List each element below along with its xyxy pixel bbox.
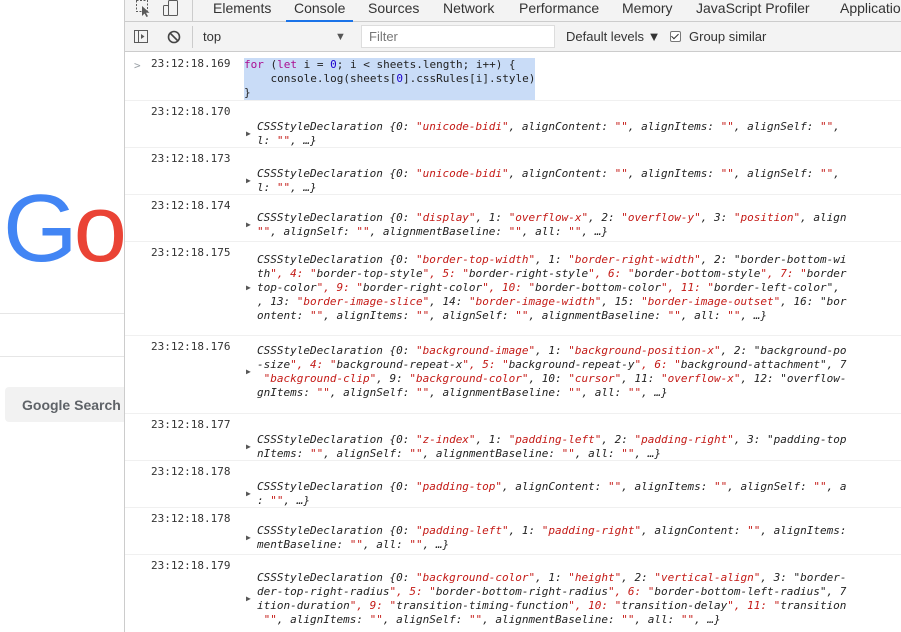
console-log-entry: 23:12:18.176 ▶ CSSStyleDeclaration {0: "ba…	[125, 335, 901, 414]
object-preview-line: "background-clip", 9: "background-color"…	[263, 372, 847, 385]
command-code[interactable]: for (let i = 0; i < sheets.length; i++) …	[244, 58, 536, 100]
web-page: Go Google Search	[0, 0, 124, 632]
object-preview-line: ition-duration", 9: "transition-timing-f…	[257, 599, 847, 612]
css-style-declaration-object[interactable]: CSSStyleDeclaration {0: "background-colo…	[257, 571, 846, 627]
object-preview-line: CSSStyleDeclaration {0: "background-colo…	[257, 571, 847, 584]
timestamp: 23:12:18.170	[151, 105, 231, 118]
expand-triangle-icon[interactable]: ▶	[246, 533, 251, 542]
console-log-entry: 23:12:18.178 ▶ CSSStyleDeclaration {0: "pa…	[125, 507, 901, 555]
timestamp: 23:12:18.173	[151, 152, 231, 165]
divider	[0, 356, 124, 357]
timestamp: 23:12:18.175	[151, 246, 231, 259]
tab-console[interactable]: Console	[285, 0, 354, 22]
tab-javascript-profiler[interactable]: JavaScript Profiler	[696, 0, 810, 21]
object-preview-line: der-top-right-radius", 5: "border-bottom…	[257, 585, 847, 598]
timestamp: 23:12:18.178	[151, 512, 231, 525]
sidebar-toggle-icon[interactable]	[134, 30, 149, 44]
console-command: > 23:12:18.169 for (let i = 0; i < sheet…	[125, 52, 901, 101]
console-log-entry: 23:12:18.175 ▶ CSSStyleDeclaration {0: "bo…	[125, 241, 901, 336]
object-preview-line: l: "", …}	[257, 181, 317, 194]
expand-triangle-icon[interactable]: ▶	[246, 594, 251, 603]
object-preview-line: CSSStyleDeclaration {0: "background-imag…	[257, 344, 847, 357]
tab-network[interactable]: Network	[443, 0, 494, 21]
expand-triangle-icon[interactable]: ▶	[246, 442, 251, 451]
object-preview-line: CSSStyleDeclaration {0: "unicode-bidi", …	[257, 120, 840, 133]
css-style-declaration-object[interactable]: CSSStyleDeclaration {0: "padding-top", a…	[257, 480, 846, 508]
tab-application[interactable]: Application	[840, 0, 901, 21]
object-preview-line: top-color", 9: "border-right-color", 10:…	[257, 281, 847, 294]
separator	[192, 0, 193, 21]
timestamp: 23:12:18.179	[151, 559, 231, 572]
css-style-declaration-object[interactable]: CSSStyleDeclaration {0: "unicode-bidi", …	[257, 167, 840, 195]
object-preview-line: th", 4: "border-top-style", 5: "border-r…	[257, 267, 847, 280]
clear-console-icon[interactable]	[167, 30, 181, 44]
console-log-entry: 23:12:18.179 ▶ CSSStyleDeclaration {0: "ba…	[125, 554, 901, 632]
timestamp: 23:12:18.178	[151, 465, 231, 478]
console-log-entry: 23:12:18.174 ▶ CSSStyleDeclaration {0: "di…	[125, 194, 901, 242]
console-filter-input[interactable]	[361, 25, 555, 48]
group-similar-checkbox[interactable]	[670, 31, 681, 42]
object-preview-line: CSSStyleDeclaration {0: "padding-top", a…	[257, 480, 847, 493]
google-logo: Go	[3, 175, 124, 282]
object-preview-line: l: "", …}	[257, 134, 317, 147]
tab-memory[interactable]: Memory	[622, 0, 673, 21]
separator	[192, 26, 193, 48]
device-toolbar-icon[interactable]	[162, 0, 180, 18]
object-preview-line: -size", 4: "background-repeat-x", 5: "ba…	[257, 358, 847, 371]
tab-elements[interactable]: Elements	[213, 0, 271, 21]
log-levels-dropdown[interactable]: Default levels ▼	[566, 29, 661, 44]
expand-triangle-icon[interactable]: ▶	[246, 367, 251, 376]
devtools-tab-bar: Elements Console Sources Network Perform…	[125, 0, 901, 22]
context-selector-value: top	[203, 29, 222, 44]
css-style-declaration-object[interactable]: CSSStyleDeclaration {0: "background-imag…	[257, 344, 847, 400]
divider	[0, 313, 124, 314]
tab-sources[interactable]: Sources	[368, 0, 419, 21]
expand-triangle-icon[interactable]: ▶	[246, 176, 251, 185]
css-style-declaration-object[interactable]: CSSStyleDeclaration {0: "z-index", 1: "p…	[257, 433, 846, 461]
object-preview-line: "", alignItems: "", alignSelf: "", align…	[263, 613, 721, 626]
object-preview-line: ontent: "", alignItems: "", alignSelf: "…	[257, 309, 767, 322]
dropdown-arrow-icon: ▼	[335, 31, 346, 43]
css-style-declaration-object[interactable]: CSSStyleDeclaration {0: "unicode-bidi", …	[257, 120, 840, 148]
object-preview-line: , 13: "border-image-slice", 14: "border-…	[257, 295, 847, 308]
timestamp: 23:12:18.177	[151, 418, 231, 431]
code-line: console.log(sheets[0].cssRules[i].style)	[244, 72, 536, 85]
console-log-entry: 23:12:18.177 ▶ CSSStyleDeclaration {0: "z-…	[125, 413, 901, 461]
console-messages: > 23:12:18.169 for (let i = 0; i < sheet…	[125, 52, 901, 632]
object-preview-line: nItems: "", alignSelf: "", alignmentBase…	[257, 447, 662, 460]
console-log-entry: 23:12:18.170 ▶ CSSStyleDeclaration {0: "un…	[125, 100, 901, 148]
expand-triangle-icon[interactable]: ▶	[246, 283, 251, 292]
object-preview-line: CSSStyleDeclaration {0: "z-index", 1: "p…	[257, 433, 847, 446]
object-preview-line: CSSStyleDeclaration {0: "border-top-widt…	[257, 253, 847, 266]
object-preview-line: : "", …}	[257, 494, 310, 507]
group-similar-label: Group similar	[689, 29, 767, 44]
css-style-declaration-object[interactable]: CSSStyleDeclaration {0: "display", 1: "o…	[257, 211, 847, 239]
context-selector[interactable]: top ▼	[203, 26, 353, 48]
css-style-declaration-object[interactable]: CSSStyleDeclaration {0: "border-top-widt…	[257, 253, 846, 323]
object-preview-line: "", alignSelf: "", alignmentBaseline: ""…	[257, 225, 609, 238]
css-style-declaration-object[interactable]: CSSStyleDeclaration {0: "padding-left", …	[257, 524, 846, 552]
expand-triangle-icon[interactable]: ▶	[246, 220, 251, 229]
code-line: }	[244, 86, 251, 99]
devtools-panel: Elements Console Sources Network Perform…	[124, 0, 901, 632]
object-preview-line: gnItems: "", alignSelf: "", alignmentBas…	[257, 386, 668, 399]
tab-performance[interactable]: Performance	[519, 0, 599, 21]
object-preview-line: CSSStyleDeclaration {0: "unicode-bidi", …	[257, 167, 840, 180]
object-preview-line: mentBaseline: "", all: "", …}	[257, 538, 450, 551]
object-preview-line: CSSStyleDeclaration {0: "display", 1: "o…	[257, 211, 847, 224]
timestamp: 23:12:18.176	[151, 340, 231, 353]
console-toolbar: top ▼ Default levels ▼ Group similar	[125, 22, 901, 52]
inspect-element-icon[interactable]	[134, 0, 152, 18]
code-line: for (let i = 0; i < sheets.length; i++) …	[244, 58, 516, 71]
timestamp: 23:12:18.169	[151, 57, 231, 70]
console-log-entry: 23:12:18.178 ▶ CSSStyleDeclaration {0: "pa…	[125, 460, 901, 508]
expand-triangle-icon[interactable]: ▶	[246, 489, 251, 498]
expand-triangle-icon[interactable]: ▶	[246, 129, 251, 138]
google-search-button[interactable]: Google Search	[5, 387, 124, 422]
command-chevron-icon: >	[134, 59, 141, 72]
console-log-entry: 23:12:18.173 ▶ CSSStyleDeclaration {0: "un…	[125, 147, 901, 195]
object-preview-line: CSSStyleDeclaration {0: "padding-left", …	[257, 524, 847, 537]
timestamp: 23:12:18.174	[151, 199, 231, 212]
